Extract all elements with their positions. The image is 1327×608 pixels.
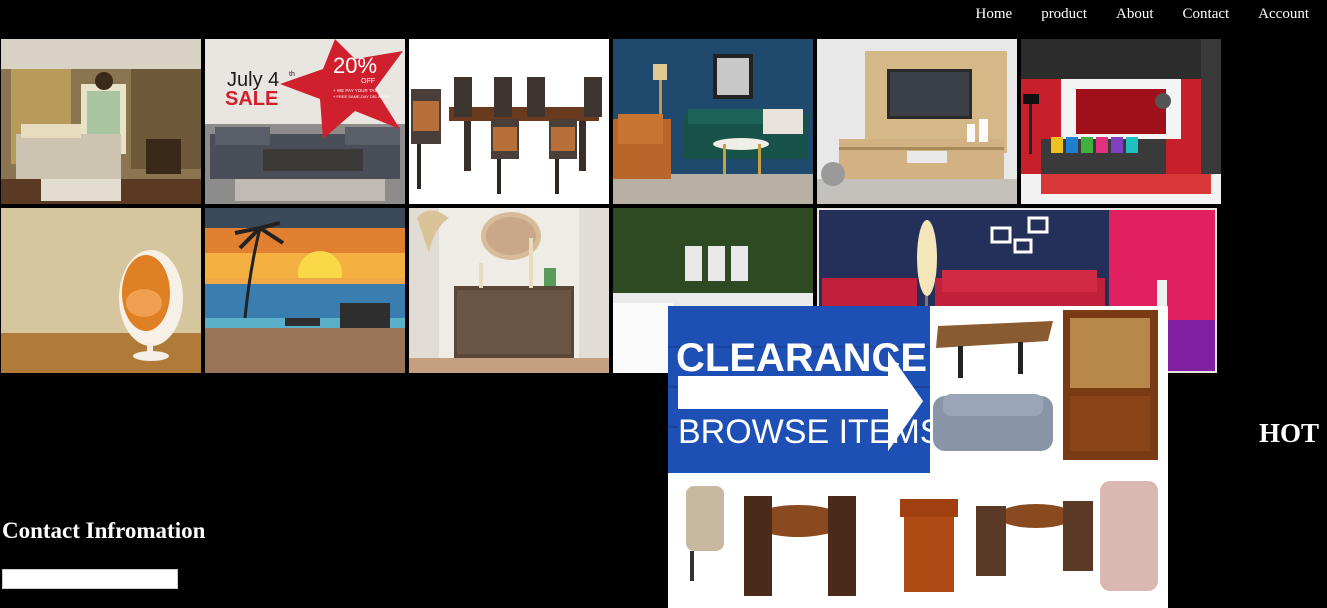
- top-nav: Home product About Contact Account: [976, 0, 1327, 28]
- sale-percent: 20%: [333, 53, 377, 78]
- clearance-banner[interactable]: CLEARANCE BROWSE ITEMS: [668, 306, 1168, 608]
- nav-account-link[interactable]: Account: [1258, 6, 1309, 23]
- contact-title: Contact Infromation: [2, 518, 206, 543]
- nav-contact-link[interactable]: Contact: [1183, 6, 1230, 23]
- nav-about-link[interactable]: About: [1116, 6, 1154, 23]
- hot-label: HOT: [1259, 418, 1320, 448]
- sale-fine2: + FREE SAME-DAY DELIVERY: [333, 94, 390, 99]
- sideboard-photo[interactable]: [409, 208, 609, 373]
- blue-living-room-photo[interactable]: [613, 39, 813, 204]
- bedroom-photo[interactable]: [1, 39, 201, 204]
- sale-off: OFF: [361, 78, 375, 85]
- egg-chair-photo[interactable]: [1, 208, 201, 373]
- sunset-beach-photo[interactable]: [205, 208, 405, 373]
- dining-set-photo[interactable]: [409, 39, 609, 204]
- nav-home-link[interactable]: Home: [976, 6, 1013, 23]
- clearance-title: CLEARANCE: [676, 336, 927, 380]
- clearance-subtitle: BROWSE ITEMS: [678, 413, 942, 451]
- contact-input[interactable]: [2, 569, 178, 589]
- nav-product-link[interactable]: product: [1041, 6, 1087, 23]
- red-living-room-photo[interactable]: [1021, 39, 1221, 204]
- sale-line2: SALE: [225, 88, 278, 110]
- sale-sup: th: [289, 71, 295, 78]
- sale-fine1: + WE PAY YOUR TAX: [333, 88, 377, 93]
- tv-stand-photo[interactable]: [817, 39, 1017, 204]
- july-4th-sale-banner[interactable]: July 4 th SALE 20% OFF + WE PAY YOUR TAX…: [205, 39, 405, 204]
